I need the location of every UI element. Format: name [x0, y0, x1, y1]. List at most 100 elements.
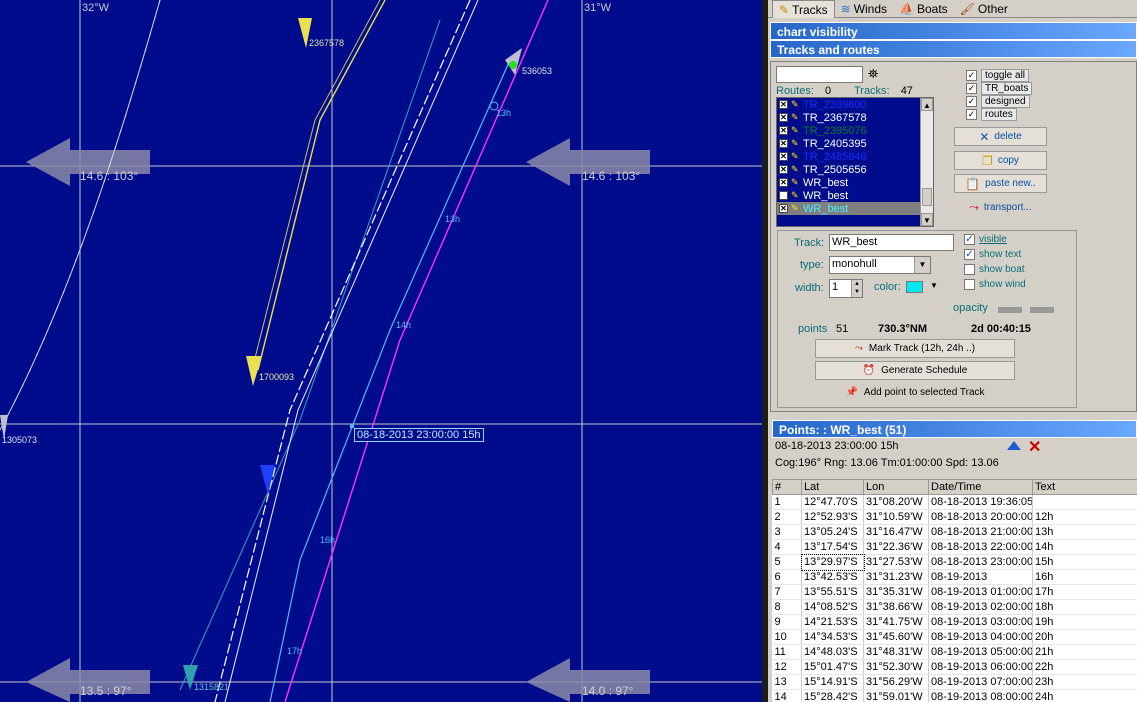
dropdown-arrow-icon[interactable]: ▼ [914, 257, 930, 273]
checkbox-icon[interactable]: ✕ [779, 178, 788, 187]
checkbox-icon[interactable]: ✕ [779, 126, 788, 135]
table-cell: 12h [1032, 509, 1137, 525]
table-row[interactable]: 4 13°17.54'S 31°22.36'W 08-18-2013 22:00:00… [772, 539, 1137, 555]
visible-checkbox[interactable]: ✓ visible [964, 232, 1026, 247]
opacity-slider[interactable] [1030, 307, 1054, 313]
checkbox-icon[interactable]: ✓ [966, 70, 977, 81]
chart-canvas[interactable] [0, 0, 762, 702]
tab-other[interactable]: 🖌 Other [954, 0, 1014, 18]
tab-boats[interactable]: ⛵ Boats [893, 0, 954, 18]
tab-winds[interactable]: ≋ Winds [835, 0, 893, 18]
checkbox-icon[interactable]: ✕ [779, 152, 788, 161]
checkbox-icon[interactable]: ✓ [966, 96, 977, 107]
track-line[interactable] [179, 19, 441, 691]
table-row[interactable]: 10 14°34.53'S 31°45.60'W 08-19-2013 04:00:0… [772, 629, 1137, 645]
binoculars-icon[interactable]: ⛯ [868, 66, 878, 82]
opacity-slider[interactable] [998, 307, 1022, 313]
show-text-checkbox[interactable]: ✓ show text [964, 247, 1026, 262]
transport-button[interactable]: ⤳ transport... [954, 198, 1047, 217]
stepper-arrows-icon[interactable]: ▲ ▼ [851, 280, 862, 297]
table-cell: 31°56.29'W [863, 674, 929, 690]
checkbox-icon[interactable]: ✓ [966, 109, 977, 120]
checkbox-icon[interactable] [964, 279, 975, 290]
table-cell: 31°41.75'W [863, 614, 929, 630]
checkbox-icon[interactable]: ✕ [779, 113, 788, 122]
mark-track-button[interactable]: ⤳ Mark Track (12h, 24h ..) [815, 339, 1015, 358]
checkbox-icon[interactable]: ✕ [779, 139, 788, 148]
checkbox-icon[interactable]: ✕ [779, 204, 788, 213]
copy-button[interactable]: ❐ copy [954, 151, 1047, 170]
toggle-all-checkbox[interactable]: ✓ toggle all [966, 69, 1032, 82]
track-list-item[interactable]: ✕ ✎ TR_2505656 [777, 163, 920, 176]
track-list-item[interactable]: ✕ ✎ WR_best [777, 176, 920, 189]
track-list-item[interactable]: ✕ ✎ TR_2405395 [777, 137, 920, 150]
delete-button[interactable]: ✕ delete [954, 127, 1047, 146]
track-line[interactable] [257, 0, 386, 371]
add-point-button[interactable]: 📌 Add point to selected Track [815, 383, 1015, 402]
track-list-item[interactable]: ✕ ✎ TR_2485846 [777, 150, 920, 163]
track-name-label: Track: [794, 237, 825, 249]
generate-schedule-button[interactable]: ⏰ Generate Schedule [815, 361, 1015, 380]
checkbox-icon[interactable]: ✓ [964, 234, 975, 245]
designed-checkbox[interactable]: ✓ designed [966, 95, 1032, 108]
pencil-icon: ✎ [779, 2, 790, 17]
checkbox-icon[interactable]: ✕ [779, 165, 788, 174]
table-row[interactable]: 7 13°55.51'S 31°35.31'W 08-19-2013 01:00:00… [772, 584, 1137, 600]
points-table[interactable]: # Lat Lon Date/Time Text 1 12°47.70'S 31°08.20… [772, 479, 1137, 702]
column-header[interactable]: Date/Time [928, 479, 1033, 495]
checkbox-icon[interactable] [779, 191, 788, 200]
track-search-input[interactable] [776, 66, 863, 83]
column-header[interactable]: Text [1032, 479, 1137, 495]
points-value: 51 [836, 323, 849, 335]
scroll-up-icon[interactable]: ▲ [921, 98, 933, 111]
color-swatch[interactable] [906, 281, 923, 293]
track-list-item[interactable]: ✕ ✎ WR_best [777, 202, 920, 215]
alarm-clock-icon: ⏰ [862, 365, 876, 376]
table-row[interactable]: 11 14°48.03'S 31°48.31'W 08-19-2013 05:00:0… [772, 644, 1137, 660]
tr-boats-checkbox[interactable]: ✓ TR_boats [966, 82, 1033, 95]
scroll-thumb[interactable] [922, 188, 932, 206]
table-row[interactable]: 9 14°21.53'S 31°41.75'W 08-19-2013 03:00:00… [772, 614, 1137, 630]
track-list-item[interactable]: ✕ ✎ TR_2367578 [777, 111, 920, 124]
table-row[interactable]: 14 15°28.42'S 31°59.01'W 08-19-2013 08:00:0… [772, 689, 1137, 702]
track-list-item[interactable]: ✕ ✎ TR_2339800 [777, 98, 920, 111]
table-row[interactable]: 12 15°01.47'S 31°52.30'W 08-19-2013 06:00:0… [772, 659, 1137, 675]
column-header[interactable]: Lat [801, 479, 864, 495]
table-row[interactable]: 1 12°47.70'S 31°08.20'W 08-18-2013 19:36:05 [772, 494, 1137, 510]
checkbox-icon[interactable]: ✓ [966, 83, 977, 94]
show-wind-checkbox[interactable]: show wind [964, 277, 1026, 292]
table-cell: 15°28.42'S [801, 689, 864, 702]
type-select[interactable]: monohull ▼ [829, 256, 931, 274]
table-row[interactable]: 2 12°52.93'S 31°10.59'W 08-18-2013 20:00:00… [772, 509, 1137, 525]
checkbox-icon[interactable] [964, 264, 975, 275]
tab-tracks[interactable]: ✎ Tracks [772, 0, 835, 18]
table-row[interactable]: 3 13°05.24'S 31°16.47'W 08-18-2013 21:00:00… [772, 524, 1137, 540]
width-stepper[interactable]: 1 ▲ ▼ [829, 279, 863, 298]
table-row[interactable]: 5 13°29.97'S 31°27.53'W 08-18-2013 23:00:00… [772, 553, 1137, 571]
checkbox-icon[interactable]: ✕ [779, 100, 788, 109]
track-list-item[interactable]: ✕ ✎ TR_2395076 [777, 124, 920, 137]
table-row[interactable]: 6 13°42.53'S 31°31.23'W 08-19-2013 16h [772, 569, 1137, 585]
delete-point-icon[interactable]: ✕ [1028, 437, 1041, 457]
paste-new-button[interactable]: 📋 paste new.. [954, 174, 1047, 193]
scroll-down-icon[interactable]: ▼ [921, 213, 933, 226]
track-name-field[interactable]: WR_best [829, 234, 954, 251]
track-list-scrollbar[interactable]: ▲ ▼ [920, 98, 933, 226]
table-cell: 08-18-2013 21:00:00 [928, 524, 1033, 540]
table-row[interactable]: 8 14°08.52'S 31°38.66'W 08-19-2013 02:00:00… [772, 599, 1137, 615]
routes-checkbox[interactable]: ✓ routes [966, 108, 1032, 121]
column-header[interactable]: Lon [863, 479, 929, 495]
track-list[interactable]: ✕ ✎ TR_2339800 ✕ ✎ TR_2367578 ✕ ✎ TR_2395076 ✕ ✎ TR… [776, 97, 934, 227]
color-dropdown-icon[interactable]: ▼ [930, 281, 938, 290]
boat-icon[interactable] [260, 465, 275, 495]
routes-count: 0 [824, 85, 832, 97]
track-list-item[interactable]: ✎ WR_best [777, 189, 920, 202]
move-up-icon[interactable] [1007, 441, 1021, 450]
column-header[interactable]: # [772, 479, 802, 495]
show-boat-checkbox[interactable]: show boat [964, 262, 1026, 277]
table-cell: 08-19-2013 [928, 569, 1033, 585]
chart-map[interactable]: 32°W 31°W 14.6 : 103° 14.6 : 103° 13.5 :… [0, 0, 762, 702]
type-label: type: [800, 259, 824, 271]
checkbox-icon[interactable]: ✓ [964, 249, 975, 260]
table-row[interactable]: 13 15°14.91'S 31°56.29'W 08-19-2013 07:00:0… [772, 674, 1137, 690]
